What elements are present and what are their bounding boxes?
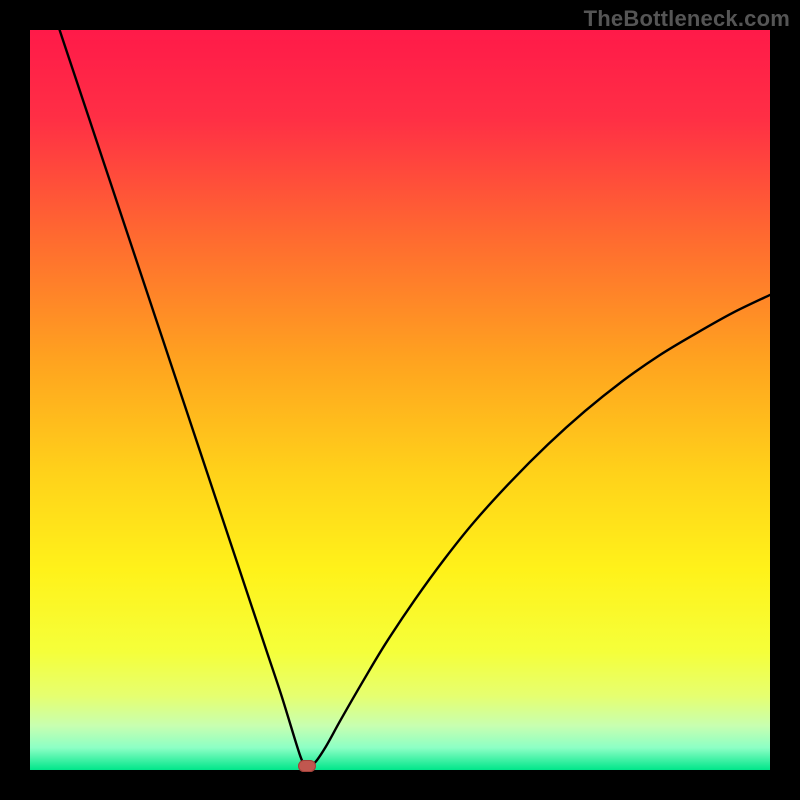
optimum-marker-icon [298,760,316,772]
chart-frame: TheBottleneck.com [0,0,800,800]
attribution-text: TheBottleneck.com [584,6,790,32]
curve-svg [30,30,770,770]
plot-area [30,30,770,770]
bottleneck-curve [60,30,770,766]
